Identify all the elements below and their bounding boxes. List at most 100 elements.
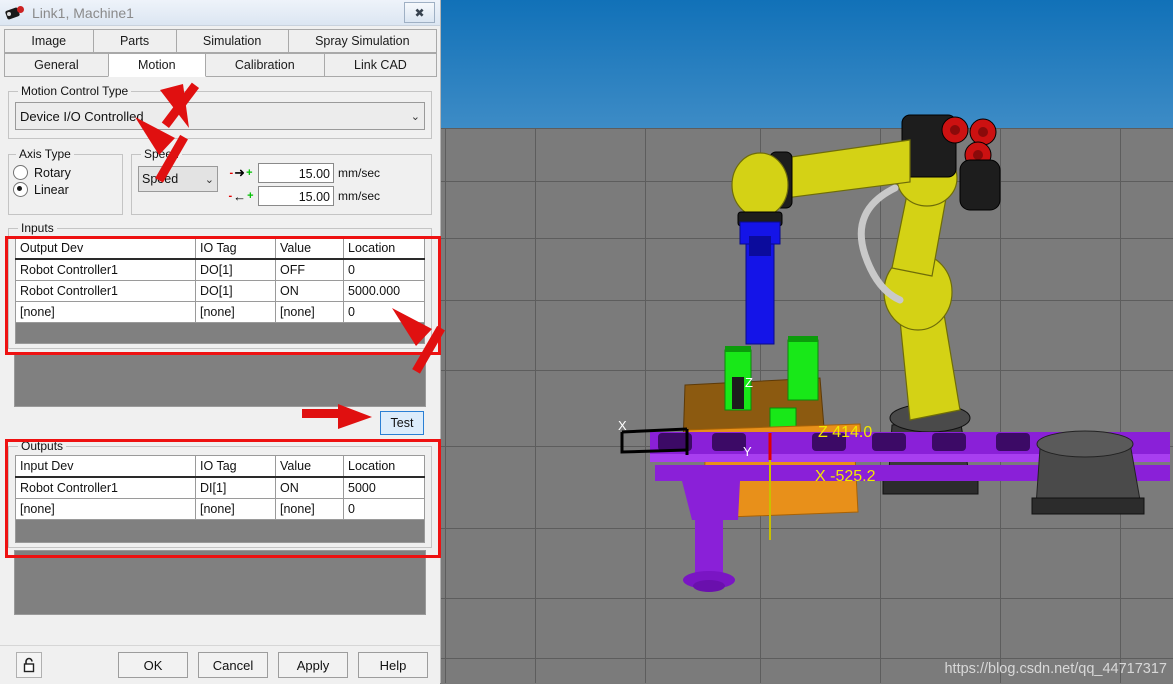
dialog-footer: OK Cancel Apply Help [0, 645, 440, 684]
speed-reverse-row: - ← + 15.00 mm/sec [224, 186, 425, 206]
cell-io-tag[interactable]: [none] [195, 498, 276, 520]
cell-io-tag[interactable]: DO[1] [195, 280, 276, 302]
chevron-down-icon-speed: ⌄ [204, 173, 214, 186]
tab-row-1: Image Parts Simulation Spray Simulation [4, 29, 437, 53]
table-row[interactable]: [none] [none] [none] 0 [15, 301, 425, 323]
motion-control-type-value: Device I/O Controlled [20, 108, 144, 124]
radio-circle-rotary [13, 165, 28, 180]
cancel-button[interactable]: Cancel [198, 652, 268, 678]
cell-io-tag[interactable]: DI[1] [195, 476, 276, 499]
outputs-table[interactable]: Input Dev IO Tag Value Location Robot Co… [15, 455, 425, 520]
cell-input-dev[interactable]: Robot Controller1 [15, 476, 196, 499]
close-icon[interactable]: ✖ [404, 2, 435, 23]
speed-forward-unit: mm/sec [338, 166, 380, 180]
speed-group: Speed Speed ⌄ - ➜ + 15.00 mm/sec - ← + 1… [131, 147, 432, 215]
outputs-header-row: Input Dev IO Tag Value Location [15, 455, 425, 478]
cell-value[interactable]: ON [275, 280, 344, 302]
table-row[interactable]: Robot Controller1 DO[1] OFF 0 [15, 258, 425, 281]
table-row[interactable]: Robot Controller1 DO[1] ON 5000.000 [15, 280, 425, 302]
ok-button[interactable]: OK [118, 652, 188, 678]
speed-legend: Speed [144, 147, 179, 161]
radio-rotary[interactable]: Rotary [13, 165, 118, 180]
motion-control-type-select[interactable]: Device I/O Controlled ⌄ [15, 102, 425, 130]
axis-label-z: Z [745, 375, 753, 390]
tab-link-cad[interactable]: Link CAD [323, 53, 438, 77]
cell-input-dev[interactable]: [none] [15, 498, 196, 520]
arrow-right-icon: - ➜ + [229, 165, 253, 180]
x-coordinate-readout: X -525.2 [815, 468, 876, 485]
cell-output-dev[interactable]: [none] [15, 301, 196, 323]
inputs-table[interactable]: Output Dev IO Tag Value Location Robot C… [15, 237, 425, 323]
cell-location[interactable]: 0 [343, 301, 425, 323]
speed-reverse-input[interactable]: 15.00 [258, 186, 334, 206]
cell-io-tag[interactable]: DO[1] [195, 258, 276, 281]
apply-button[interactable]: Apply [278, 652, 348, 678]
outputs-col-input-dev: Input Dev [15, 455, 196, 478]
table-row[interactable]: Robot Controller1 DI[1] ON 5000 [15, 476, 425, 499]
inputs-legend: Inputs [21, 221, 54, 235]
tab-spray-simulation[interactable]: Spray Simulation [287, 29, 437, 53]
link-icon [4, 4, 28, 22]
radio-circle-linear [13, 182, 28, 197]
unlocked-padlock-icon[interactable] [16, 652, 42, 678]
inputs-col-output-dev: Output Dev [15, 237, 196, 260]
tab-calibration[interactable]: Calibration [204, 53, 325, 77]
outputs-group: Outputs Input Dev IO Tag Value Location … [8, 439, 432, 548]
robot-arm-graphic [620, 114, 1170, 592]
speed-reverse-unit: mm/sec [338, 189, 380, 203]
test-button-row: Test [8, 407, 432, 437]
speed-mode-value: Speed [142, 172, 179, 186]
dialog-button-group: OK Cancel Apply Help [118, 652, 428, 678]
inputs-table-empty-area[interactable] [15, 323, 425, 344]
motion-tab-panel: Motion Control Type Device I/O Controlle… [0, 78, 440, 638]
outputs-col-location: Location [343, 455, 425, 478]
test-button[interactable]: Test [380, 411, 424, 435]
radio-linear[interactable]: Linear [13, 182, 118, 197]
tab-image[interactable]: Image [4, 29, 94, 53]
axis-label-y: Y [743, 444, 752, 459]
arrow-left-icon: - ← + [228, 188, 254, 204]
z-coordinate-readout: Z 414.0 [818, 424, 873, 441]
axis-and-speed-row: Axis Type Rotary Linear Speed Speed ⌄ - … [8, 147, 432, 215]
radio-rotary-label: Rotary [34, 165, 71, 180]
inputs-col-location: Location [343, 237, 425, 260]
tab-general[interactable]: General [4, 53, 109, 77]
cell-output-dev[interactable]: Robot Controller1 [15, 258, 196, 281]
inputs-col-value: Value [275, 237, 344, 260]
cell-value[interactable]: OFF [275, 258, 344, 281]
cell-location[interactable]: 0 [343, 498, 425, 520]
axis-type-group: Axis Type Rotary Linear [8, 147, 123, 215]
inputs-col-io-tag: IO Tag [195, 237, 276, 260]
motion-control-type-group: Motion Control Type Device I/O Controlle… [8, 84, 432, 139]
tab-motion[interactable]: Motion [107, 53, 206, 77]
outputs-col-value: Value [275, 455, 344, 478]
inputs-list-overflow-area[interactable] [14, 353, 426, 407]
3d-viewport[interactable]: Z X Y Z 414.0 X -525.2 https://blog.csdn… [440, 0, 1173, 683]
tab-parts[interactable]: Parts [92, 29, 177, 53]
axis-label-x: X [618, 418, 627, 433]
chevron-down-icon: ⌄ [410, 110, 420, 123]
cell-location[interactable]: 5000.000 [343, 280, 425, 302]
help-button[interactable]: Help [358, 652, 428, 678]
cell-location[interactable]: 5000 [343, 476, 425, 499]
outputs-table-empty-area[interactable] [15, 520, 425, 543]
tab-bar: Image Parts Simulation Spray Simulation … [0, 26, 440, 77]
cell-output-dev[interactable]: Robot Controller1 [15, 280, 196, 302]
cell-value[interactable]: [none] [275, 301, 344, 323]
speed-forward-input[interactable]: 15.00 [258, 163, 334, 183]
title-bar[interactable]: Link1, Machine1 ✖ [0, 0, 440, 26]
cell-io-tag[interactable]: [none] [195, 301, 276, 323]
cell-value[interactable]: ON [275, 476, 344, 499]
outputs-col-io-tag: IO Tag [195, 455, 276, 478]
motion-control-type-legend: Motion Control Type [21, 84, 129, 98]
cell-value[interactable]: [none] [275, 498, 344, 520]
speed-forward-row: - ➜ + 15.00 mm/sec [224, 163, 425, 183]
tab-simulation[interactable]: Simulation [175, 29, 289, 53]
speed-mode-select[interactable]: Speed ⌄ [138, 166, 218, 192]
radio-linear-label: Linear [34, 182, 69, 197]
outputs-legend: Outputs [21, 439, 64, 453]
inputs-header-row: Output Dev IO Tag Value Location [15, 237, 425, 260]
table-row[interactable]: [none] [none] [none] 0 [15, 498, 425, 520]
cell-location[interactable]: 0 [343, 258, 425, 281]
outputs-list-overflow-area[interactable] [14, 550, 426, 615]
